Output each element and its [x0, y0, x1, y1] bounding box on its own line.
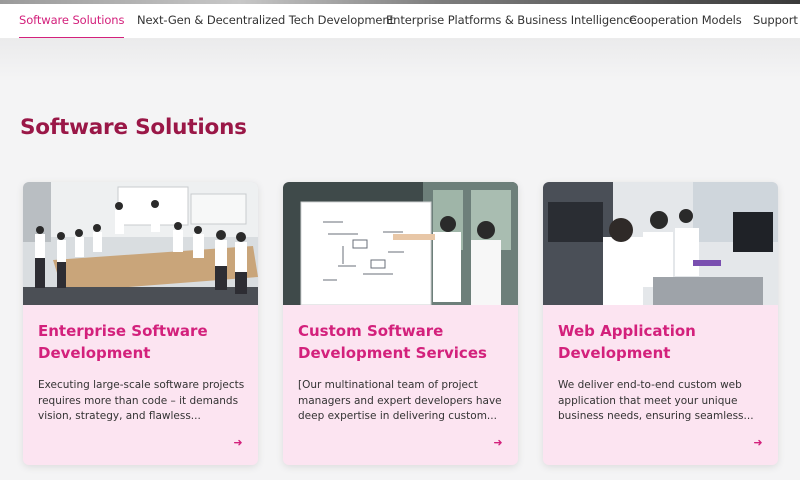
tab-cooperation-models[interactable]: Cooperation Models: [629, 4, 742, 38]
section-tabbar: Software Solutions Next-Gen & Decentrali…: [0, 4, 800, 39]
arrow-right-icon[interactable]: ➜: [231, 436, 245, 450]
tab-software-solutions[interactable]: Software Solutions: [19, 4, 124, 38]
card-description: We deliver end-to-end custom web applica…: [558, 379, 754, 422]
tab-enterprise-platforms[interactable]: Enterprise Platforms & Business Intellig…: [386, 4, 637, 38]
card-title[interactable]: Enterprise Software Development: [38, 320, 248, 364]
card-title[interactable]: Web Application Development: [558, 320, 768, 364]
header-shadow-band: [0, 39, 800, 79]
card-title[interactable]: Custom Software Development Services: [298, 320, 508, 364]
arrow-right-icon[interactable]: ➜: [491, 436, 505, 450]
team-meeting-photo: [23, 182, 258, 305]
tab-next-gen-decentralized[interactable]: Next-Gen & Decentralized Tech Developmen…: [137, 4, 394, 38]
card-description: [Our multinational team of project manag…: [298, 379, 502, 422]
whiteboard-photo: [283, 182, 518, 305]
arrow-right-icon[interactable]: ➜: [751, 436, 765, 450]
developers-at-computers-photo: [543, 182, 778, 305]
tab-support[interactable]: Support &: [753, 4, 800, 38]
service-card-webapp[interactable]: Web Application Development We deliver e…: [543, 182, 778, 465]
card-description: Executing large-scale software projects …: [38, 379, 245, 422]
service-card-custom[interactable]: Custom Software Development Services [Ou…: [283, 182, 518, 465]
service-card-enterprise[interactable]: Enterprise Software Development Executin…: [23, 182, 258, 465]
section-title: Software Solutions: [20, 115, 247, 140]
